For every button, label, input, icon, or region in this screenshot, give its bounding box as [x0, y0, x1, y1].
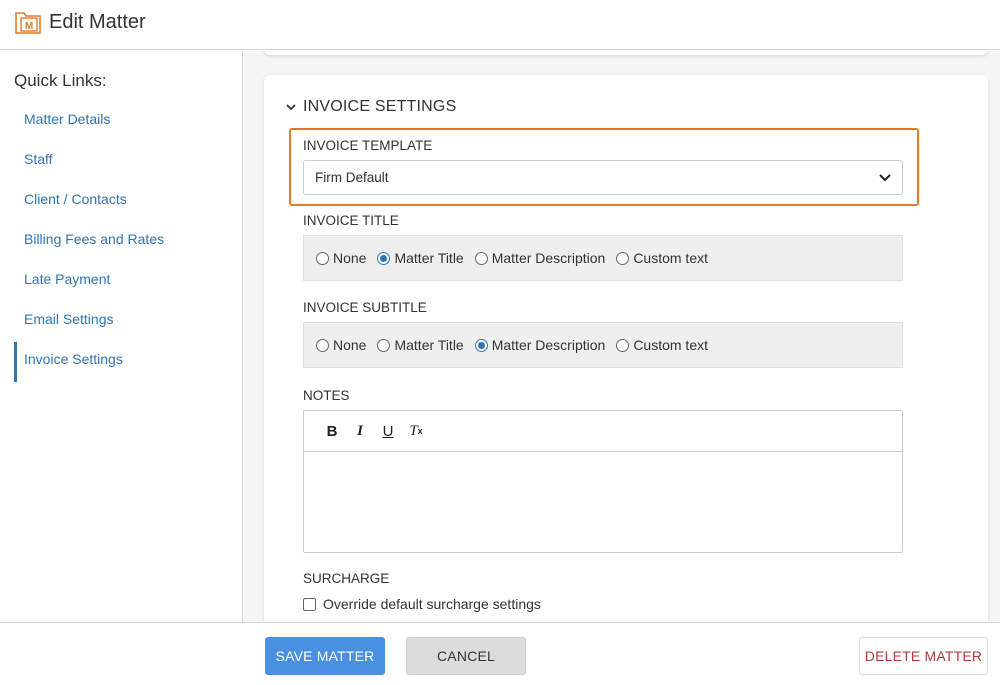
- page-header: M Edit Matter: [0, 0, 1000, 50]
- underline-button[interactable]: U: [374, 419, 402, 443]
- clear-format-button[interactable]: Tx: [402, 419, 430, 443]
- cancel-button[interactable]: CANCEL: [406, 637, 526, 675]
- clear-format-icon: x: [417, 426, 423, 436]
- quick-link-invoice-settings[interactable]: Invoice Settings: [14, 342, 243, 382]
- previous-section-card: [264, 51, 988, 55]
- radio-button[interactable]: [474, 251, 488, 265]
- section-title: INVOICE SETTINGS: [303, 98, 457, 115]
- quick-link-late-payment[interactable]: Late Payment: [14, 262, 243, 302]
- surcharge-label: SURCHARGE: [303, 571, 390, 586]
- radio-button[interactable]: [377, 338, 391, 352]
- quick-link-matter-details[interactable]: Matter Details: [14, 102, 243, 142]
- invoice-template-label: INVOICE TEMPLATE: [303, 138, 433, 153]
- notes-editor: B I U Tx: [303, 410, 903, 553]
- notes-label: NOTES: [303, 388, 350, 403]
- notes-text-area[interactable]: [304, 452, 902, 552]
- invoice-title-option-matter-description[interactable]: Matter Description: [474, 250, 605, 266]
- quick-link-staff[interactable]: Staff: [14, 142, 243, 182]
- editor-toolbar: B I U Tx: [304, 411, 902, 452]
- matter-folder-icon: M: [15, 12, 41, 34]
- invoice-title-label: INVOICE TITLE: [303, 213, 399, 228]
- quick-link-client-contacts[interactable]: Client / Contacts: [14, 182, 243, 222]
- radio-button[interactable]: [316, 251, 329, 265]
- chevron-down-icon: [879, 174, 891, 182]
- chevron-down-icon: [286, 104, 296, 111]
- radio-button[interactable]: [616, 251, 630, 265]
- radio-button[interactable]: [616, 338, 630, 352]
- override-surcharge-checkbox[interactable]: [303, 597, 316, 611]
- override-surcharge-label: Override default surcharge settings: [323, 596, 541, 612]
- invoice-subtitle-option-custom-text[interactable]: Custom text: [616, 337, 708, 353]
- invoice-subtitle-option-matter-title[interactable]: Matter Title: [377, 337, 464, 353]
- invoice-subtitle-label: INVOICE SUBTITLE: [303, 300, 427, 315]
- invoice-subtitle-radio-group: None Matter Title Matter Description Cus…: [303, 322, 903, 368]
- invoice-template-select[interactable]: Firm Default: [303, 160, 903, 195]
- invoice-template-value: Firm Default: [315, 170, 389, 185]
- invoice-title-option-matter-title[interactable]: Matter Title: [377, 250, 464, 266]
- radio-button[interactable]: [316, 338, 329, 352]
- invoice-title-radio-group: None Matter Title Matter Description Cus…: [303, 235, 903, 281]
- quick-links-sidebar: Quick Links: Matter Details Staff Client…: [0, 51, 243, 622]
- invoice-title-option-custom-text[interactable]: Custom text: [616, 250, 708, 266]
- radio-button-selected[interactable]: [377, 251, 391, 265]
- override-surcharge-option[interactable]: Override default surcharge settings: [303, 596, 541, 612]
- italic-button[interactable]: I: [346, 419, 374, 443]
- quick-links-title: Quick Links:: [14, 71, 107, 90]
- action-footer: SAVE MATTER CANCEL DELETE MATTER: [0, 622, 1000, 685]
- invoice-title-option-none[interactable]: None: [316, 250, 366, 266]
- svg-text:M: M: [25, 21, 33, 32]
- delete-matter-button[interactable]: DELETE MATTER: [859, 637, 988, 675]
- invoice-settings-header[interactable]: INVOICE SETTINGS: [284, 97, 456, 117]
- bold-button[interactable]: B: [318, 419, 346, 443]
- save-matter-button[interactable]: SAVE MATTER: [265, 637, 385, 675]
- main-content[interactable]: INVOICE SETTINGS INVOICE TEMPLATE Firm D…: [244, 51, 1000, 622]
- quick-link-email-settings[interactable]: Email Settings: [14, 302, 243, 342]
- invoice-subtitle-option-none[interactable]: None: [316, 337, 366, 353]
- invoice-subtitle-option-matter-description[interactable]: Matter Description: [474, 337, 605, 353]
- invoice-settings-card: INVOICE SETTINGS INVOICE TEMPLATE Firm D…: [264, 75, 988, 622]
- radio-button-selected[interactable]: [474, 338, 488, 352]
- page-title: Edit Matter: [49, 11, 146, 33]
- quick-link-billing-fees-rates[interactable]: Billing Fees and Rates: [14, 222, 243, 262]
